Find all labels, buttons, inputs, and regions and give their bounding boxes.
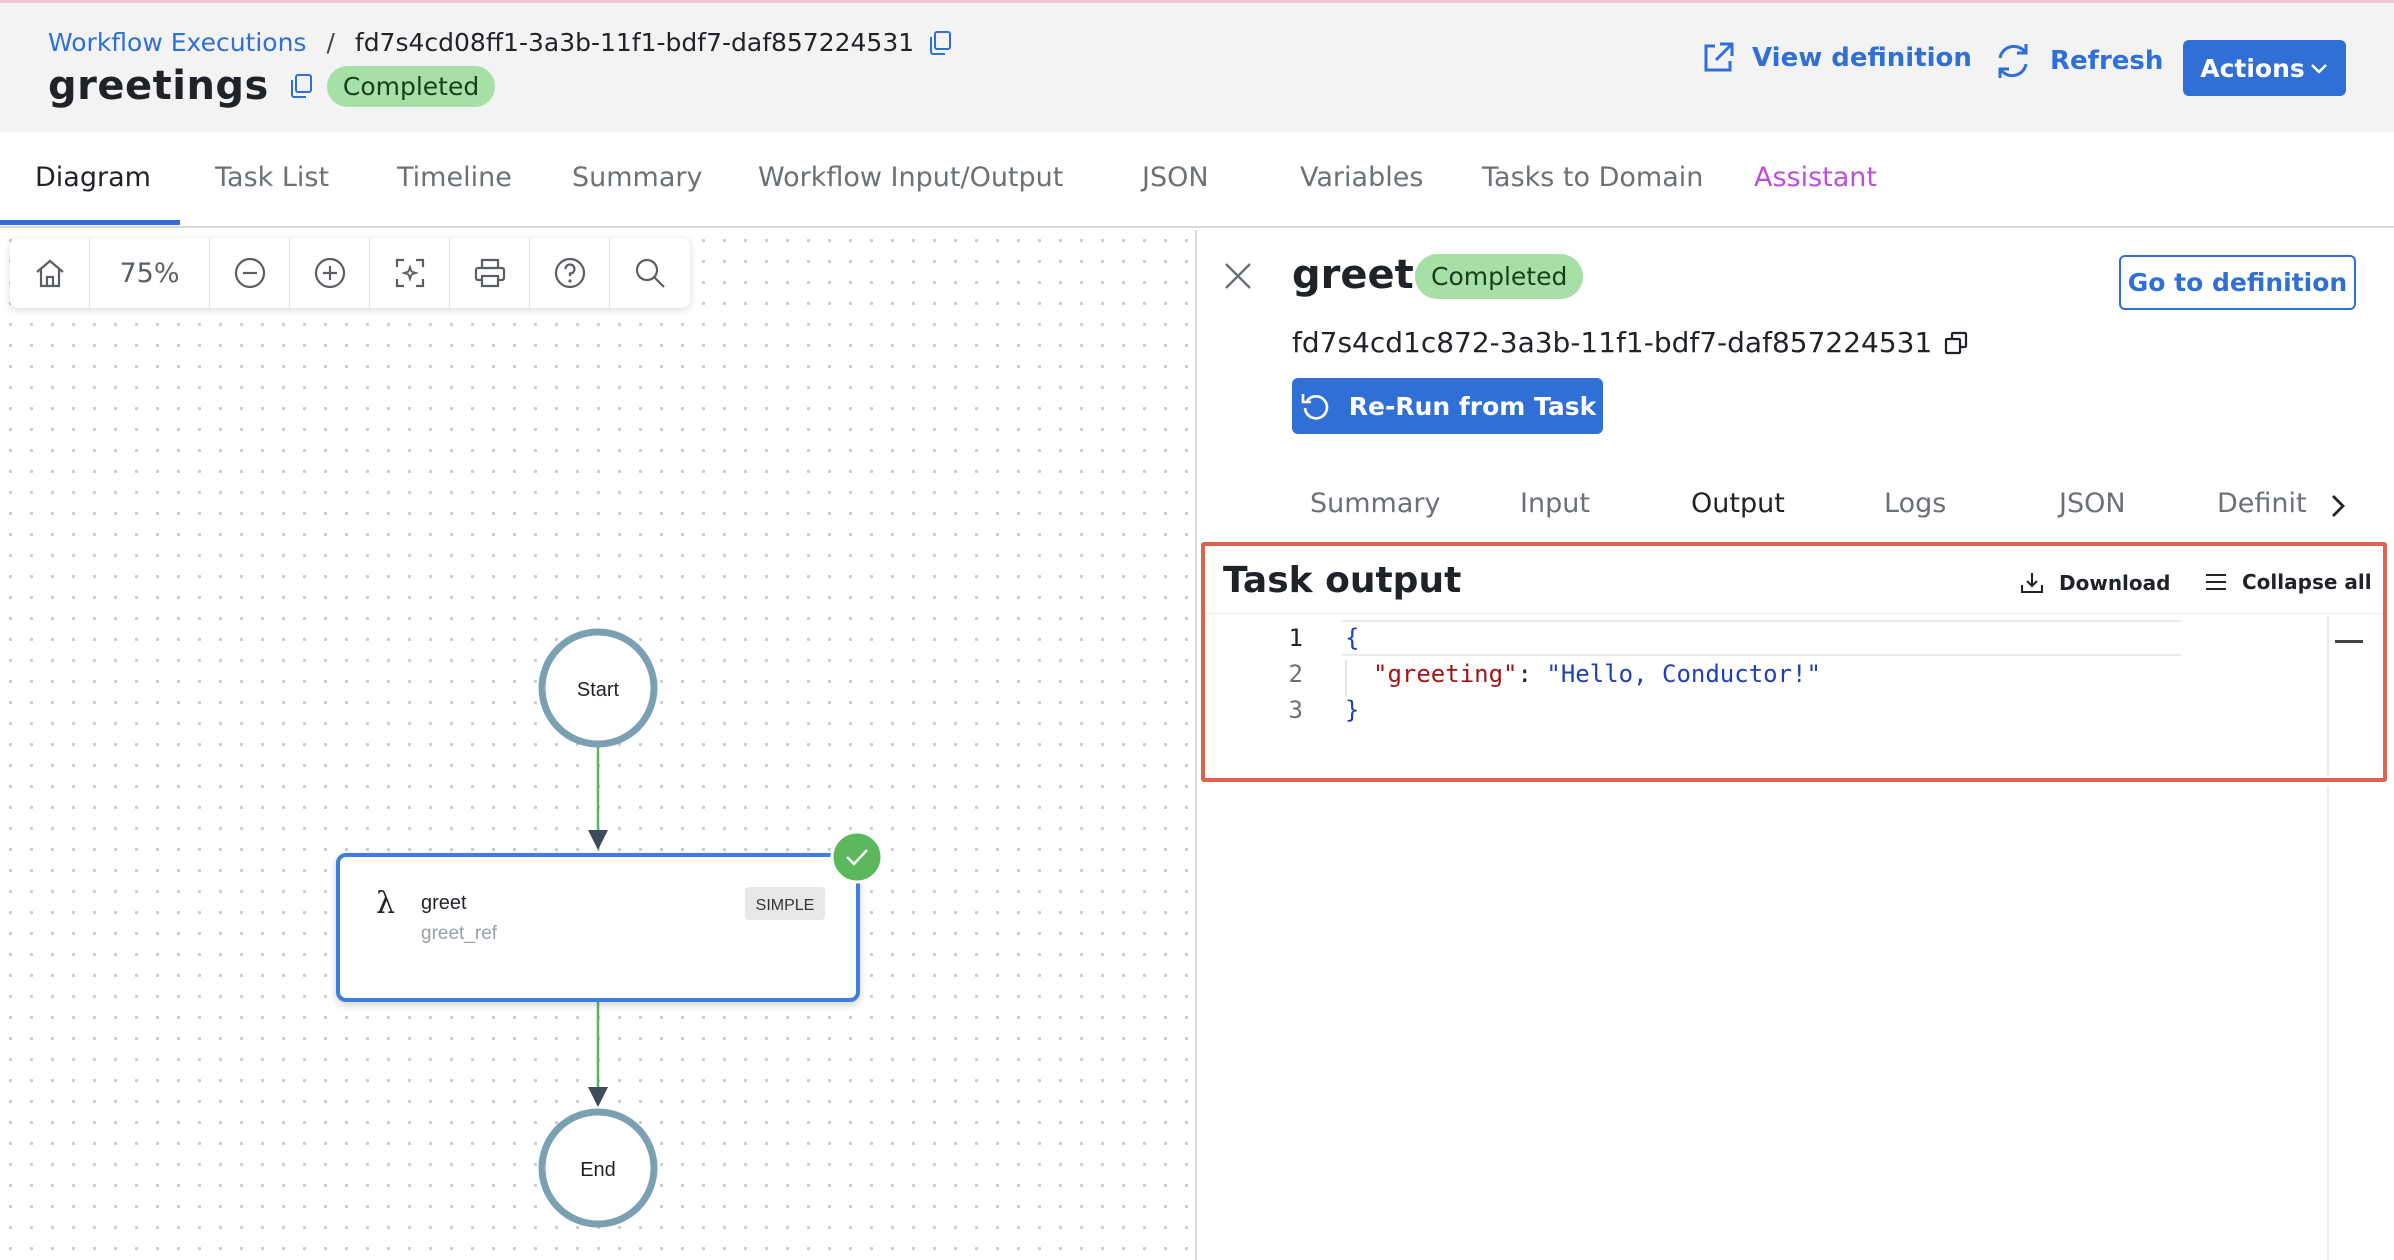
json-colon: : [1517, 660, 1547, 688]
download-button[interactable]: Download [2019, 570, 2170, 596]
json-close-brace: } [1345, 696, 1360, 724]
rerun-icon [1301, 394, 1328, 420]
tab-task-list[interactable]: Task List [215, 162, 329, 193]
code-line: 2 "greeting": "Hello, Conductor!" [1205, 660, 2383, 696]
start-node[interactable]: Start [538, 628, 658, 748]
task-type-label: SIMPLE [756, 897, 815, 914]
line-number: 2 [1288, 660, 1303, 688]
line-number: 1 [1288, 624, 1303, 652]
breadcrumb-link-workflow-executions[interactable]: Workflow Executions [48, 28, 306, 57]
code-line: 3 } [1205, 696, 2383, 732]
copy-icon[interactable] [287, 72, 315, 100]
task-id-row: fd7s4cd1c872-3a3b-11f1-bdf7-daf857224531 [1292, 326, 1970, 359]
tab-summary[interactable]: Summary [572, 162, 702, 193]
line-number: 3 [1288, 696, 1303, 724]
task-node-greet[interactable]: λ greet greet_ref SIMPLE [336, 830, 884, 1002]
tab-workflow-input-output[interactable]: Workflow Input/Output [758, 162, 1063, 193]
panel-tab-output[interactable]: Output [1691, 488, 1785, 519]
actions-label: Actions [2200, 53, 2305, 83]
task-detail-panel: greet Completed Go to definition fd7s4cd… [1195, 230, 2394, 1260]
json-value: "Hello, Conductor!" [1546, 660, 1821, 688]
tab-json[interactable]: JSON [1142, 162, 1209, 193]
task-node-name: greet [421, 892, 467, 914]
workflow-status-badge: Completed [326, 65, 496, 107]
arrow-head [588, 830, 608, 850]
tab-diagram[interactable]: Diagram [35, 162, 151, 193]
editor-scrollbar[interactable] [2327, 616, 2329, 776]
close-icon[interactable] [1222, 260, 1254, 292]
chevron-right-icon[interactable] [2327, 492, 2349, 520]
task-id: fd7s4cd1c872-3a3b-11f1-bdf7-daf857224531 [1292, 326, 1933, 359]
panel-tab-logs[interactable]: Logs [1884, 488, 1946, 519]
tab-timeline[interactable]: Timeline [397, 162, 512, 193]
panel-scrollbar[interactable] [2327, 786, 2329, 1260]
minimap-indicator [2335, 640, 2363, 643]
workflow-title-row: greetings Completed [48, 63, 496, 109]
task-status-badge: Completed [1415, 254, 1584, 299]
code-line: 1 { [1205, 620, 2383, 660]
rerun-from-task-button[interactable]: Re-Run from Task [1292, 378, 1603, 434]
arrow-head [588, 1087, 608, 1107]
lambda-icon: λ [376, 886, 395, 921]
task-output-title: Task output [1223, 560, 1462, 601]
external-link-icon [1704, 42, 1734, 72]
actions-dropdown-button[interactable]: Actions [2183, 40, 2346, 96]
end-node[interactable]: End [538, 1108, 658, 1228]
task-title: greet [1292, 252, 1414, 298]
breadcrumb-separator: / [326, 28, 335, 57]
go-to-definition-button[interactable]: Go to definition [2119, 255, 2356, 310]
start-node-label: Start [577, 679, 620, 701]
breadcrumb: Workflow Executions / fd7s4cd08ff1-3a3b-… [48, 28, 954, 57]
workflow-name: greetings [48, 63, 269, 109]
active-tab-indicator [0, 220, 180, 225]
collapse-all-button[interactable]: Collapse all [2204, 570, 2372, 594]
view-definition-label: View definition [1752, 43, 1972, 73]
execution-id: fd7s4cd08ff1-3a3b-11f1-bdf7-daf857224531 [354, 28, 915, 57]
refresh-icon [1998, 44, 2028, 78]
page-header: Workflow Executions / fd7s4cd08ff1-3a3b-… [0, 3, 2394, 132]
view-definition-button[interactable]: View definition [1700, 40, 1972, 76]
download-icon [2021, 573, 2043, 593]
tab-variables[interactable]: Variables [1300, 162, 1423, 193]
collapse-icon [2206, 574, 2226, 590]
panel-tab-definition[interactable]: Definit [2217, 488, 2307, 519]
panel-tab-input[interactable]: Input [1520, 488, 1590, 519]
end-node-label: End [580, 1159, 616, 1181]
chevron-down-icon [2310, 64, 2327, 74]
download-label: Download [2059, 571, 2171, 595]
copy-icon[interactable] [926, 29, 954, 57]
task-output-header: Task output Download Collapse all [1205, 546, 2383, 614]
execution-tabs: Diagram Task List Timeline Summary Workf… [0, 132, 2394, 228]
tab-assistant[interactable]: Assistant [1754, 162, 1877, 193]
task-node-ref: greet_ref [421, 923, 498, 944]
refresh-label: Refresh [2050, 46, 2164, 76]
json-entry: "greeting": "Hello, Conductor!" [1373, 660, 1821, 688]
copy-icon[interactable] [1942, 329, 1970, 357]
task-output-section: Task output Download Collapse all 1 {2 … [1201, 542, 2387, 782]
json-key: "greeting" [1373, 660, 1518, 688]
json-open-brace: { [1345, 624, 1360, 652]
panel-tab-summary[interactable]: Summary [1310, 488, 1440, 519]
indent-guide [1345, 660, 1347, 696]
rerun-label: Re-Run from Task [1348, 391, 1597, 421]
panel-tab-json[interactable]: JSON [2059, 488, 2126, 519]
check-icon [830, 830, 884, 884]
collapse-all-label: Collapse all [2242, 570, 2372, 594]
tab-tasks-to-domain[interactable]: Tasks to Domain [1482, 162, 1703, 193]
workflow-diagram-canvas[interactable]: 75% Start λ greet greet_ref SIMPLE End [0, 230, 1195, 1260]
refresh-button[interactable]: Refresh [1992, 40, 2163, 82]
diagram-graph: Start λ greet greet_ref SIMPLE End [336, 628, 884, 1228]
current-line-highlight [1341, 620, 2181, 656]
